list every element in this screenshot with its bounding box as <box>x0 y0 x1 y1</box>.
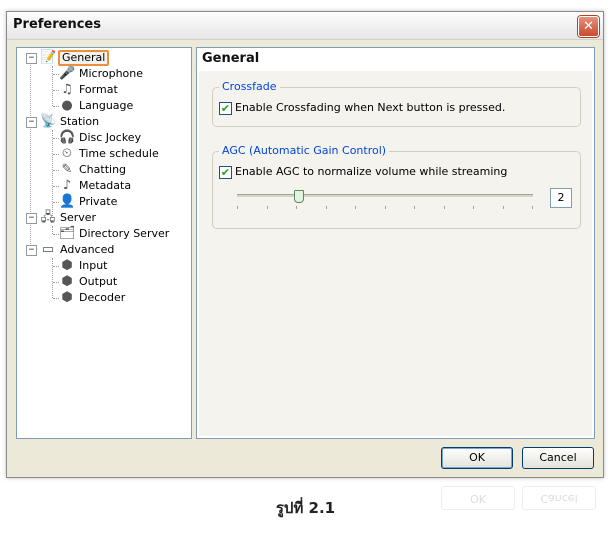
preferences-tree: − 📝 General 🎤 Microphone ♫ Format ● Lang… <box>16 47 192 439</box>
panel-body: Crossfade ✔ Enable Crossfading when Next… <box>199 71 592 436</box>
check-icon: ✔ <box>220 166 231 179</box>
slider-tick <box>473 206 474 209</box>
tree-item-label: Input <box>79 259 108 272</box>
tree-item-private[interactable]: 👤 Private <box>17 194 189 210</box>
collapse-icon[interactable]: − <box>26 245 37 256</box>
directory-server-icon: 🗂 <box>59 226 76 241</box>
language-icon: ● <box>61 98 73 113</box>
collapse-icon[interactable]: − <box>26 53 37 64</box>
slider-tick <box>296 206 297 209</box>
slider-tick <box>237 206 238 209</box>
tree-item-general[interactable]: − 📝 General <box>17 50 189 66</box>
general-icon: 📝 <box>40 50 57 65</box>
agc-value-box[interactable]: 2 <box>550 188 572 208</box>
collapse-icon[interactable]: − <box>26 117 37 128</box>
advanced-icon: ▭ <box>41 242 55 257</box>
settings-panel: General Crossfade ✔ Enable Crossfading w… <box>196 47 595 439</box>
tree-item-output[interactable]: ⬢ Output <box>17 274 189 290</box>
cancel-button[interactable]: Cancel <box>522 447 594 469</box>
tree-item-label: Station <box>60 115 100 128</box>
tree-item-station[interactable]: − 📡 Station <box>17 114 189 130</box>
window-title: Preferences <box>13 17 101 32</box>
slider-tick <box>326 206 327 209</box>
ok-button[interactable]: OK <box>441 447 513 469</box>
tree-item-label: General <box>58 50 110 66</box>
tree-item-server[interactable]: − 🖧 Server <box>17 210 189 226</box>
tree-item-format[interactable]: ♫ Format <box>17 82 189 98</box>
figure-caption: รูปที่ 2.1 <box>275 499 336 517</box>
tree-item-label: Metadata <box>79 179 132 192</box>
tree-item-advanced[interactable]: − ▭ Advanced <box>17 242 189 258</box>
crossfade-legend: Crossfade <box>219 80 280 93</box>
tree-item-label: Disc Jockey <box>79 131 142 144</box>
slider-tick <box>355 206 356 209</box>
server-icon: 🖧 <box>40 210 56 225</box>
crossfade-checkbox[interactable]: ✔ <box>219 102 232 115</box>
tree-item-label: Private <box>79 195 118 208</box>
slider-track <box>237 194 533 197</box>
disc-jockey-icon: 🎧 <box>59 130 76 145</box>
station-icon: 📡 <box>40 114 57 129</box>
tree-item-disc-jockey[interactable]: 🎧 Disc Jockey <box>17 130 189 146</box>
tree-item-chatting[interactable]: ✎ Chatting <box>17 162 189 178</box>
agc-slider[interactable] <box>237 190 533 212</box>
input-icon: ⬢ <box>61 258 73 273</box>
tree-item-input[interactable]: ⬢ Input <box>17 258 189 274</box>
slider-tick <box>267 206 268 209</box>
tree-item-metadata[interactable]: ♪ Metadata <box>17 178 189 194</box>
output-icon: ⬢ <box>61 274 73 289</box>
tree-item-label: Time schedule <box>79 147 159 160</box>
tree-item-label: Advanced <box>60 243 115 256</box>
agc-checkbox-label[interactable]: Enable AGC to normalize volume while str… <box>235 165 507 178</box>
tree-item-microphone[interactable]: 🎤 Microphone <box>17 66 189 82</box>
tree-item-label: Language <box>79 99 134 112</box>
slider-tick <box>532 206 533 209</box>
close-icon: ✕ <box>583 19 594 34</box>
chatting-icon: ✎ <box>61 162 73 177</box>
slider-tick <box>503 206 504 209</box>
tree-item-label: Microphone <box>79 67 144 80</box>
agc-legend: AGC (Automatic Gain Control) <box>219 144 390 157</box>
tree-item-label: Directory Server <box>79 227 170 240</box>
collapse-icon[interactable]: − <box>26 213 37 224</box>
slider-tick <box>414 206 415 209</box>
tree-item-time-schedule[interactable]: ⏲ Time schedule <box>17 146 189 162</box>
private-icon: 👤 <box>59 194 76 209</box>
agc-checkbox[interactable]: ✔ <box>219 166 232 179</box>
format-icon: ♫ <box>61 82 73 97</box>
microphone-icon: 🎤 <box>59 66 76 81</box>
tree-item-label: Server <box>60 211 97 224</box>
time-schedule-icon: ⏲ <box>61 146 73 161</box>
slider-tick <box>444 206 445 209</box>
preferences-window: Preferences ✕ − 📝 General 🎤 Microphone ♫… <box>6 11 604 478</box>
metadata-icon: ♪ <box>62 178 72 193</box>
close-button[interactable]: ✕ <box>578 16 599 37</box>
title-bar: Preferences ✕ <box>7 12 603 40</box>
tree-item-label: Chatting <box>79 163 127 176</box>
tree-item-label: Decoder <box>79 291 126 304</box>
tree-item-decoder[interactable]: ⬢ Decoder <box>17 290 189 306</box>
agc-group: AGC (Automatic Gain Control) ✔ Enable AG… <box>212 144 581 229</box>
tree-item-label: Output <box>79 275 118 288</box>
crossfade-group: Crossfade ✔ Enable Crossfading when Next… <box>212 80 581 127</box>
panel-header: General <box>197 48 594 70</box>
panel-title: General <box>202 51 260 66</box>
decoder-icon: ⬢ <box>61 290 73 305</box>
slider-thumb[interactable] <box>294 190 304 203</box>
slider-tick <box>385 206 386 209</box>
tree-item-label: Format <box>79 83 118 96</box>
tree-item-language[interactable]: ● Language <box>17 98 189 114</box>
tree-item-directory-server[interactable]: 🗂 Directory Server <box>17 226 189 242</box>
crossfade-checkbox-label[interactable]: Enable Crossfading when Next button is p… <box>235 101 505 114</box>
check-icon: ✔ <box>220 102 231 115</box>
